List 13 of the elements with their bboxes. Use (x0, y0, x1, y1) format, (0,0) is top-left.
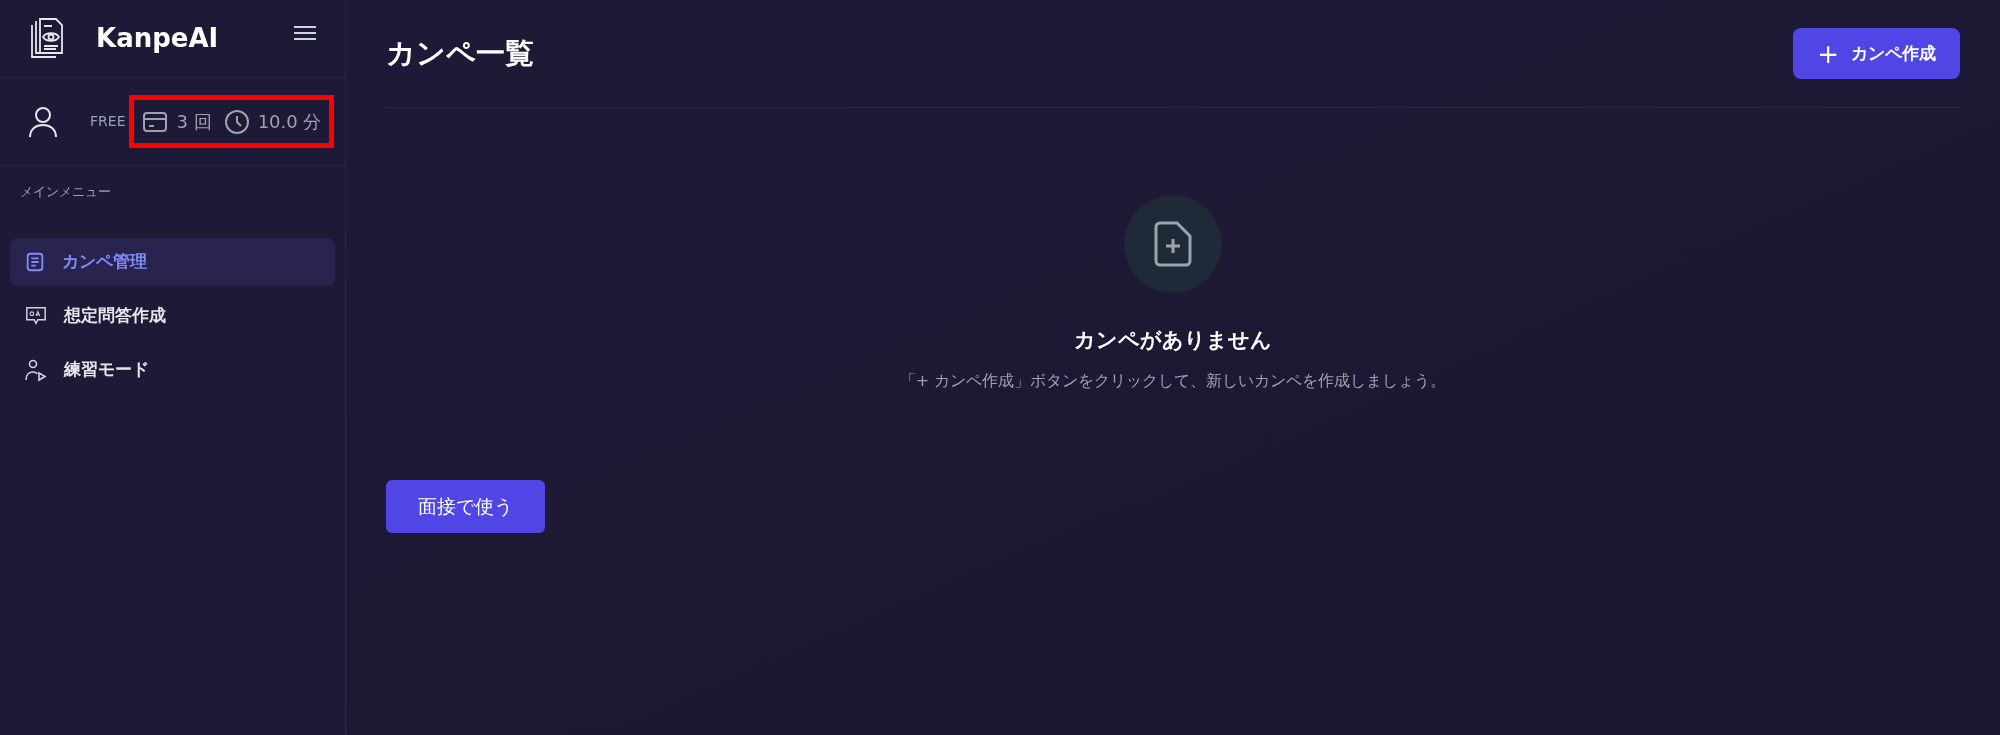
nav-item[interactable]: カンペ管理 (10, 237, 335, 286)
usage-value: 10.0 分 (257, 110, 322, 134)
use-in-interview-button[interactable]: 面接で使う (386, 479, 545, 533)
create-button[interactable]: + カンペ作成 (1793, 28, 1960, 79)
empty-message: 「+ カンペ作成」ボタンをクリックして、新しいカンペを作成しましょう。 (899, 369, 1447, 392)
nav-item[interactable]: 練習モード (10, 345, 335, 394)
usage-value: 3 回 (176, 110, 212, 134)
brand-name: KanpeAI (96, 22, 219, 55)
section-label: メインメニュー (20, 183, 112, 201)
empty-title: カンペがありません (1074, 327, 1272, 354)
plan-label: FREE (90, 112, 126, 131)
page-title: カンペ一覧 (386, 34, 534, 72)
nav-item[interactable]: 想定問答作成 (10, 291, 335, 340)
